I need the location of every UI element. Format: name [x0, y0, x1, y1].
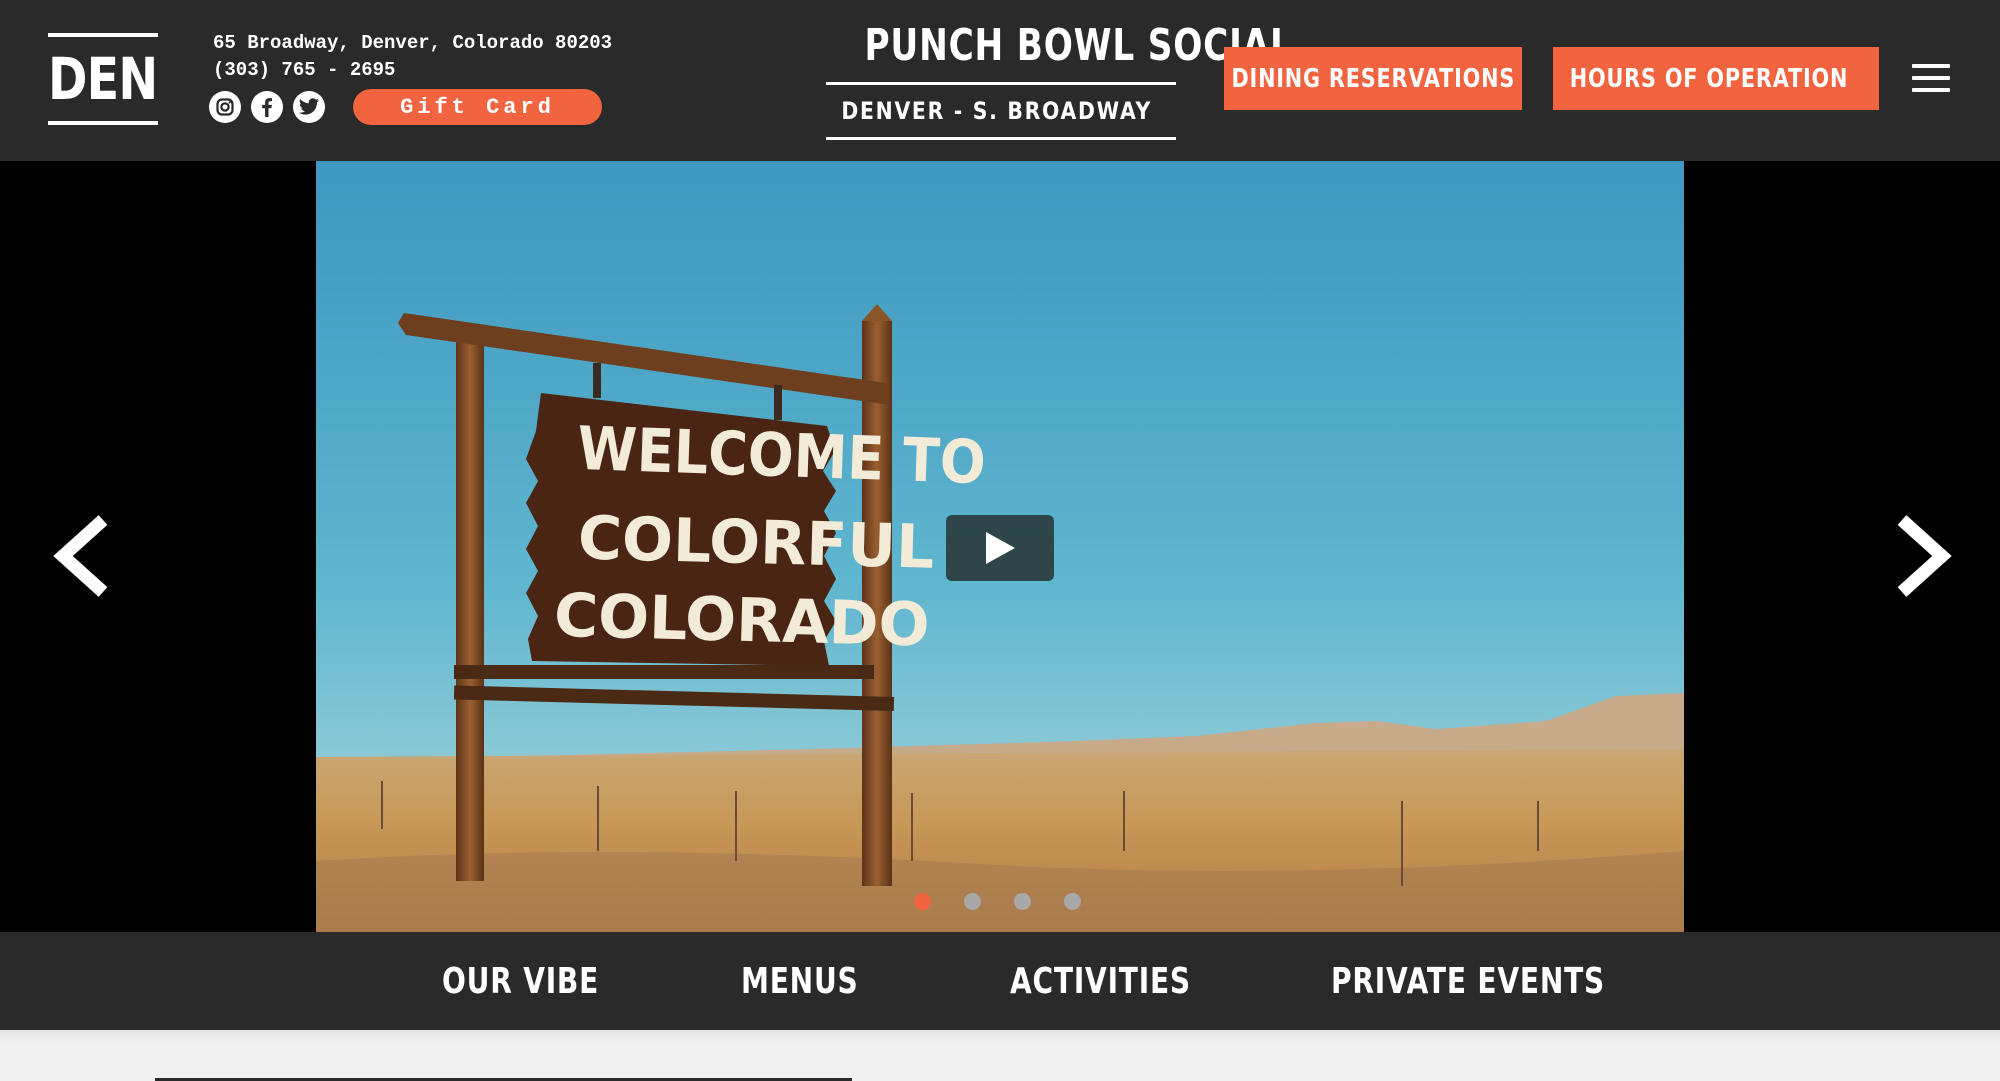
play-icon	[986, 532, 1015, 564]
brand-block: PUNCH BOWL SOCIAL DENVER - S. BROADWAY	[826, 22, 1292, 140]
social-links	[209, 91, 325, 123]
logo-text: DEN	[48, 45, 158, 113]
dining-reservations-button[interactable]: DINING RESERVATIONS	[1224, 47, 1522, 110]
nav-label: PRIVATE EVENTS	[1331, 960, 1606, 1002]
site-header: DEN 65 Broadway, Denver, Colorado 80203 …	[0, 0, 2000, 161]
carousel-dot-1[interactable]	[914, 893, 931, 910]
address-text[interactable]: 65 Broadway, Denver, Colorado 80203	[213, 30, 612, 57]
gift-card-button[interactable]: Gift Card	[353, 89, 602, 125]
carousel-dot-4[interactable]	[1064, 893, 1081, 910]
nav-label: OUR VIBE	[442, 960, 600, 1002]
menu-line	[1912, 88, 1950, 92]
carousel-prev-arrow[interactable]	[45, 506, 125, 606]
nav-private-events[interactable]: PRIVATE EVENTS	[1331, 932, 1682, 1030]
facebook-icon[interactable]	[251, 91, 283, 123]
brand-divider-bottom	[826, 137, 1176, 140]
nav-label: ACTIVITIES	[1010, 960, 1191, 1002]
menu-line	[1912, 64, 1950, 68]
location-label: DENVER - S. BROADWAY	[841, 97, 1153, 125]
location-dropdown[interactable]: DENVER - S. BROADWAY	[826, 85, 1176, 137]
hours-of-operation-label: HOURS OF OPERATION	[1569, 63, 1849, 94]
menu-icon[interactable]	[1912, 64, 1950, 92]
phone-text[interactable]: (303) 765 - 2695	[213, 57, 612, 84]
nav-menus[interactable]: MENUS	[741, 932, 892, 1030]
menu-line	[1912, 76, 1950, 80]
brand-title[interactable]: PUNCH BOWL SOCIAL	[865, 22, 1292, 70]
dining-reservations-label: DINING RESERVATIONS	[1231, 63, 1515, 94]
content-area	[0, 1030, 2000, 1081]
sign-line-3: COLORADO	[553, 581, 930, 661]
video-play-button[interactable]	[946, 515, 1054, 581]
hero-carousel: WELCOME TO COLORFUL COLORADO	[0, 161, 2000, 932]
hours-of-operation-button[interactable]: HOURS OF OPERATION	[1553, 47, 1879, 110]
carousel-next-arrow[interactable]	[1880, 506, 1960, 606]
chevron-left-icon	[53, 515, 108, 597]
sign-line-1: WELCOME TO	[576, 414, 987, 498]
instagram-icon[interactable]	[209, 91, 241, 123]
carousel-dots	[914, 893, 1081, 910]
den-logo[interactable]: DEN	[48, 33, 158, 125]
gift-card-label: Gift Card	[400, 94, 555, 120]
main-nav: OUR VIBE MENUS ACTIVITIES PRIVATE EVENTS	[0, 932, 2000, 1030]
contact-info: 65 Broadway, Denver, Colorado 80203 (303…	[213, 30, 612, 84]
nav-our-vibe[interactable]: OUR VIBE	[442, 932, 643, 1030]
twitter-icon[interactable]	[293, 91, 325, 123]
carousel-dot-2[interactable]	[964, 893, 981, 910]
nav-activities[interactable]: ACTIVITIES	[1010, 932, 1242, 1030]
carousel-dot-3[interactable]	[1014, 893, 1031, 910]
nav-label: MENUS	[741, 960, 859, 1002]
chevron-right-icon	[1897, 515, 1952, 597]
sign-line-2: COLORFUL	[577, 503, 935, 582]
